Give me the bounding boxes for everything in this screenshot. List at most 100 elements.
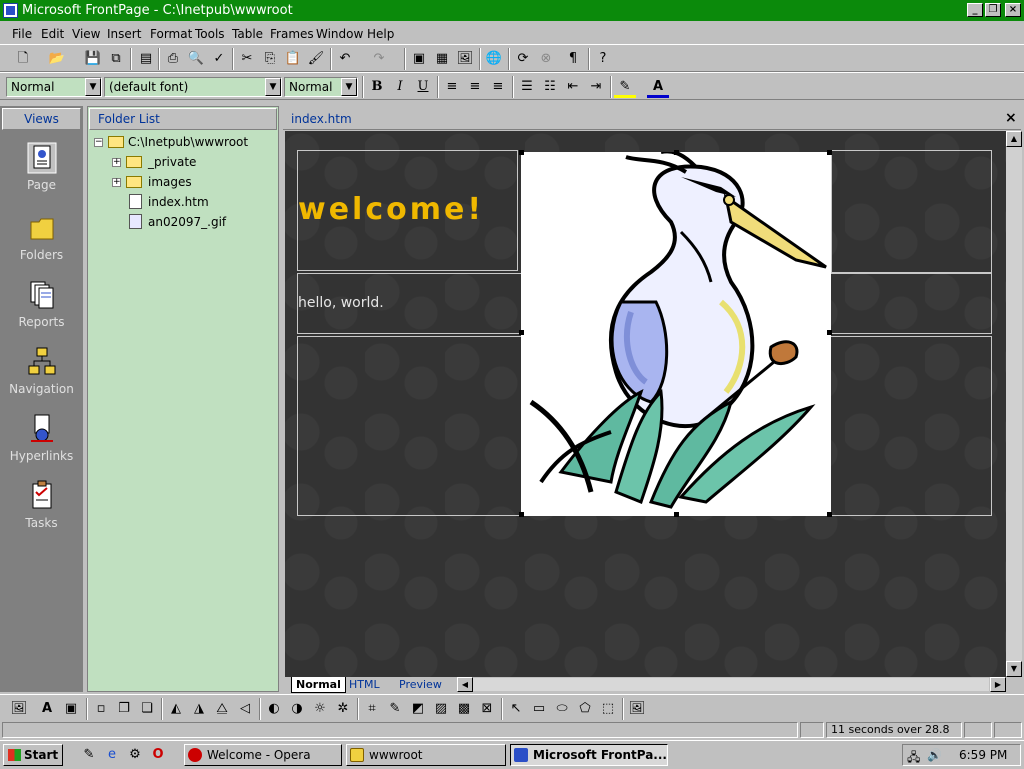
numbering-icon[interactable]: ☰	[516, 76, 538, 98]
publish-icon[interactable]: ⧉	[105, 48, 127, 70]
menu-format[interactable]: Format	[150, 27, 192, 41]
open-icon[interactable]: 📂	[46, 48, 68, 70]
insert-component-icon[interactable]: ▣	[408, 48, 430, 70]
redo-icon[interactable]: ↷	[368, 48, 390, 70]
show-desktop-icon[interactable]: ✎	[78, 744, 100, 766]
resize-handle[interactable]	[827, 330, 832, 335]
menu-tools[interactable]: Tools	[195, 27, 225, 41]
help-icon[interactable]: ?	[592, 48, 614, 70]
chevron-down-icon[interactable]: ▼	[265, 78, 281, 96]
taskbar-button-opera[interactable]: Welcome - Opera	[184, 744, 342, 766]
hyperlink-icon[interactable]: 🌐	[483, 48, 505, 70]
view-hyperlinks[interactable]: Hyperlinks	[0, 413, 83, 463]
tray-network-icon[interactable]: 🖧	[907, 748, 920, 769]
set-transparent-icon[interactable]: ✎	[384, 698, 406, 720]
bring-forward-icon[interactable]: ❐	[113, 698, 135, 720]
tree-item-private[interactable]: _private	[148, 155, 196, 169]
auto-thumbnail-icon[interactable]: ▣	[60, 698, 82, 720]
collapse-toggle[interactable]: −	[94, 138, 103, 147]
font-color-icon[interactable]: A	[647, 76, 669, 98]
hello-text[interactable]: hello, world.	[298, 295, 384, 311]
bullets-icon[interactable]: ☷	[539, 76, 561, 98]
welcome-heading[interactable]: welcome!	[298, 192, 484, 227]
resize-handle[interactable]	[827, 150, 832, 155]
scroll-up-icon[interactable]: ▲	[1006, 131, 1022, 147]
highlight-icon[interactable]: ✎	[614, 76, 636, 98]
close-button[interactable]: ×	[1005, 3, 1021, 17]
table-cell[interactable]	[831, 150, 992, 273]
resize-handle[interactable]	[519, 150, 524, 155]
increase-indent-icon[interactable]: ⇥	[585, 76, 607, 98]
menu-frames[interactable]: Frames	[270, 27, 314, 41]
start-button[interactable]: Start	[3, 744, 63, 766]
print-preview-icon[interactable]: 🔍	[185, 48, 207, 70]
align-center-icon[interactable]: ≡	[464, 76, 486, 98]
restore-button[interactable]: ❐	[985, 3, 1001, 17]
less-brightness-icon[interactable]: ✲	[332, 698, 354, 720]
cut-icon[interactable]: ✂	[236, 48, 258, 70]
text-icon[interactable]: A	[36, 698, 58, 720]
black-and-white-icon[interactable]: ◩	[407, 698, 429, 720]
menu-help[interactable]: Help	[367, 27, 394, 41]
spelling-icon[interactable]: ✓	[208, 48, 230, 70]
tree-root[interactable]: C:\Inetpub\wwwroot	[128, 135, 248, 149]
frontpage-app-icon[interactable]	[3, 3, 18, 18]
insert-picture-icon[interactable]: 🖼	[454, 48, 476, 70]
menu-insert[interactable]: Insert	[107, 27, 141, 41]
tray-volume-icon[interactable]: 🔊	[927, 748, 942, 762]
paste-icon[interactable]: 📋	[282, 48, 304, 70]
italic-button[interactable]: I	[389, 76, 411, 98]
underline-button[interactable]: U	[412, 76, 434, 98]
opera-quick-launch-icon[interactable]: O	[147, 744, 169, 766]
view-page[interactable]: Page	[0, 142, 83, 192]
resize-handle[interactable]	[827, 512, 832, 517]
more-brightness-icon[interactable]: ☼	[309, 698, 331, 720]
print-icon[interactable]: ⎙	[162, 48, 184, 70]
restore-picture-icon[interactable]: 🖼	[626, 698, 648, 720]
resize-handle[interactable]	[674, 512, 679, 517]
view-navigation[interactable]: Navigation	[0, 346, 83, 396]
resize-handle[interactable]	[674, 150, 679, 155]
decrease-indent-icon[interactable]: ⇤	[562, 76, 584, 98]
menu-edit[interactable]: Edit	[41, 27, 64, 41]
close-document-button[interactable]: ×	[1005, 110, 1017, 126]
expand-toggle[interactable]: +	[112, 158, 121, 167]
quick-launch-icon[interactable]: ⚙	[124, 744, 146, 766]
insert-picture-icon[interactable]: 🖼	[8, 698, 30, 720]
format-painter-icon[interactable]: 🖌	[305, 48, 327, 70]
bevel-icon[interactable]: ▩	[453, 698, 475, 720]
crop-icon[interactable]: ⌗	[361, 698, 383, 720]
clock[interactable]: 6:59 PM	[959, 748, 1007, 762]
bold-button[interactable]: B	[366, 76, 388, 98]
menu-window[interactable]: Window	[316, 27, 363, 41]
resize-handle[interactable]	[519, 512, 524, 517]
rotate-right-icon[interactable]: ◮	[188, 698, 210, 720]
align-right-icon[interactable]: ≡	[487, 76, 509, 98]
view-reports[interactable]: Reports	[0, 279, 83, 329]
highlight-hotspots-icon[interactable]: ⬚	[597, 698, 619, 720]
select-arrow-icon[interactable]: ↖	[505, 698, 527, 720]
tree-item-index[interactable]: index.htm	[148, 195, 209, 209]
tab-html[interactable]: HTML	[345, 677, 384, 692]
less-contrast-icon[interactable]: ◑	[286, 698, 308, 720]
rectangle-hotspot-icon[interactable]: ▭	[528, 698, 550, 720]
chevron-down-icon[interactable]: ▼	[85, 78, 101, 96]
scroll-left-icon[interactable]: ◀	[457, 677, 473, 692]
chevron-down-icon[interactable]: ▼	[341, 78, 357, 96]
taskbar-button-frontpage[interactable]: Microsoft FrontPa...	[510, 744, 668, 766]
show-all-icon[interactable]: ¶	[562, 48, 584, 70]
more-contrast-icon[interactable]: ◐	[263, 698, 285, 720]
undo-icon[interactable]: ↶	[334, 48, 356, 70]
menu-file[interactable]: File	[12, 27, 32, 41]
vertical-scrollbar[interactable]: ▲ ▼	[1006, 131, 1022, 677]
new-page-icon[interactable]: 🗋	[12, 48, 34, 70]
folder-list-icon[interactable]: ▤	[135, 48, 157, 70]
menu-view[interactable]: View	[72, 27, 100, 41]
align-left-icon[interactable]: ≡	[441, 76, 463, 98]
flip-vertical-icon[interactable]: ◁	[234, 698, 256, 720]
expand-toggle[interactable]: +	[112, 178, 121, 187]
style-select[interactable]: Normal ▼	[6, 77, 102, 97]
font-select[interactable]: (default font) ▼	[104, 77, 282, 97]
view-tasks[interactable]: Tasks	[0, 480, 83, 530]
scroll-down-icon[interactable]: ▼	[1006, 661, 1022, 677]
